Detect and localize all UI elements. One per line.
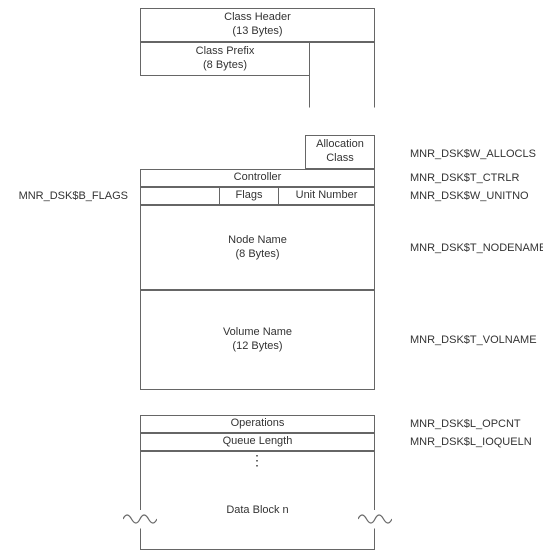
class-prefix-title: Class Prefix (196, 45, 255, 59)
class-header-subtitle: (13 Bytes) (232, 25, 282, 39)
allocation-class-box: Allocation Class (305, 135, 375, 169)
label-volname: MNR_DSK$T_VOLNAME (410, 334, 537, 346)
node-name-title: Node Name (228, 234, 287, 248)
flags-left-stub (140, 187, 220, 205)
data-block-lower (140, 528, 375, 550)
node-name-subtitle: (8 Bytes) (235, 248, 279, 262)
unit-number-box: Unit Number (278, 187, 375, 205)
class-prefix-subtitle: (8 Bytes) (203, 59, 247, 73)
allocation-class-text: Allocation Class (316, 138, 364, 166)
label-unitno: MNR_DSK$W_UNITNO (410, 190, 529, 202)
volume-name-title: Volume Name (223, 326, 292, 340)
unit-number-text: Unit Number (296, 189, 358, 203)
label-b-flags: MNR_DSK$B_FLAGS (0, 190, 128, 202)
wave-break-right-icon (358, 510, 392, 528)
wave-break-left-icon (123, 510, 157, 528)
label-nodename: MNR_DSK$T_NODENAME (410, 242, 543, 254)
label-ioqueln: MNR_DSK$L_IOQUELN (410, 436, 532, 448)
label-ctrlr: MNR_DSK$T_CTRLR (410, 172, 519, 184)
vertical-ellipsis-icon: ⋮ (250, 452, 264, 469)
queue-length-box: Queue Length (140, 433, 375, 451)
data-block-text: Data Block n (226, 504, 288, 518)
class-prefix-box: Class Prefix (8 Bytes) (140, 42, 310, 76)
flags-box: Flags (219, 187, 279, 205)
class-prefix-stub (309, 42, 375, 108)
volume-name-box: Volume Name (12 Bytes) (140, 290, 375, 390)
operations-box: Operations (140, 415, 375, 433)
node-name-box: Node Name (8 Bytes) (140, 205, 375, 290)
operations-text: Operations (231, 417, 285, 431)
class-header-title: Class Header (224, 11, 291, 25)
label-opcnt: MNR_DSK$L_OPCNT (410, 418, 521, 430)
flags-text: Flags (236, 189, 263, 203)
volume-name-subtitle: (12 Bytes) (232, 340, 282, 354)
class-header-box: Class Header (13 Bytes) (140, 8, 375, 42)
queue-length-text: Queue Length (223, 435, 293, 449)
controller-text: Controller (234, 171, 282, 185)
label-allocls: MNR_DSK$W_ALLOCLS (410, 148, 536, 160)
controller-box: Controller (140, 169, 375, 187)
